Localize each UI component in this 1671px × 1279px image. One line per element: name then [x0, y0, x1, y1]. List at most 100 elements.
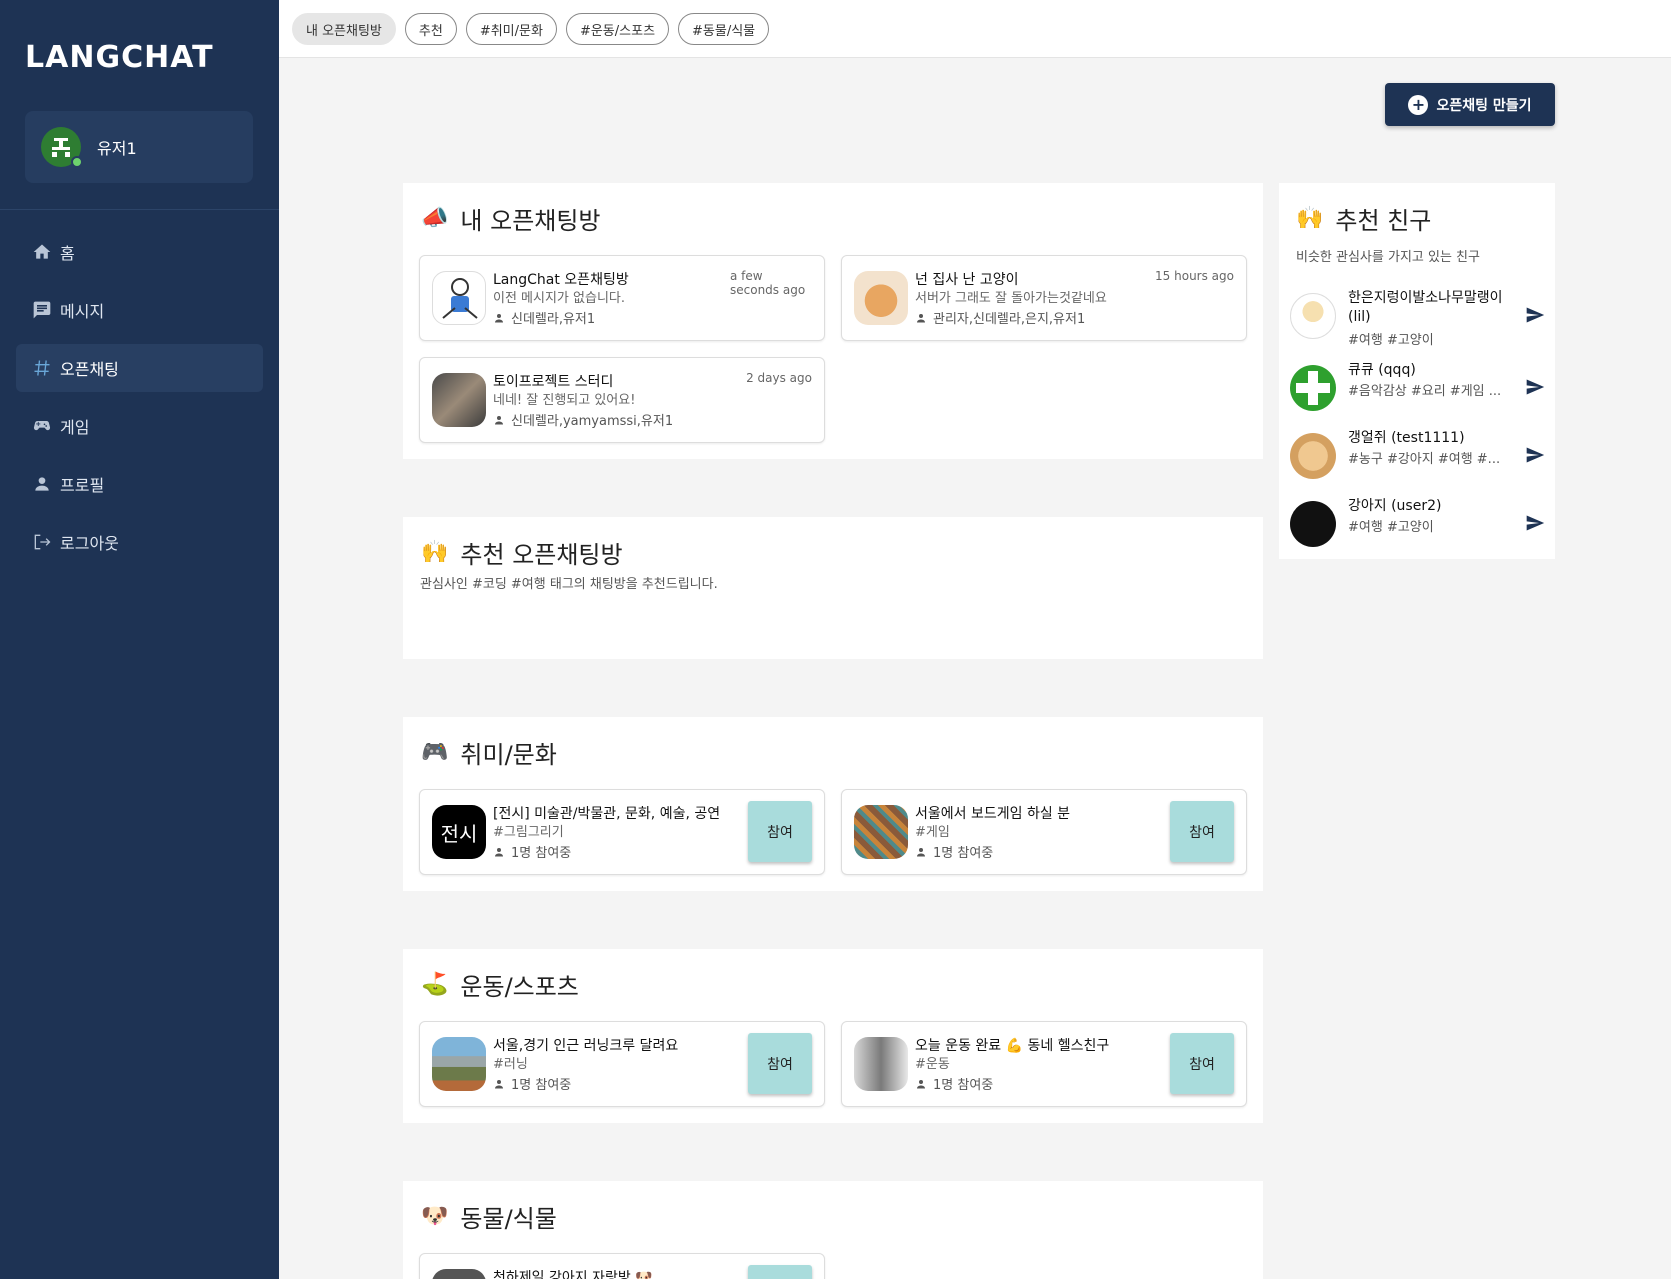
room-title: [전시] 미술관/박물관, 문화, 예술, 공연	[493, 806, 721, 822]
user-card[interactable]: 유저1	[25, 111, 253, 183]
room-members: 신데렐라,유저1	[493, 308, 595, 327]
send-icon[interactable]	[1525, 305, 1545, 325]
room-time: 2 days ago	[746, 371, 812, 385]
room-card[interactable]: 천하제일 강아지 자랑방 🐶 참여	[419, 1253, 825, 1279]
sidebar-item-profile[interactable]: 프로필	[16, 460, 263, 508]
friend-tags: #여행 #고양이	[1348, 333, 1434, 348]
room-title: 오늘 운동 완료 💪 동네 헬스친구	[915, 1038, 1110, 1054]
hobby-panel: 🎮 취미/문화 전시 [전시] 미술관/박물관, 문화, 예술, 공연 #그림그리…	[403, 717, 1263, 891]
raised-hands-icon: 🙌	[1296, 206, 1324, 231]
friend-name: 강아지 (user2)	[1348, 498, 1442, 514]
create-openchat-label: 오픈채팅 만들기	[1436, 97, 1532, 114]
room-card[interactable]: LangChat 오픈채팅방 이전 메시지가 없습니다. 신데렐라,유저1 a …	[419, 255, 825, 341]
send-icon[interactable]	[1525, 445, 1545, 465]
room-count: 1명 참여중	[493, 842, 571, 861]
room-count-label: 1명 참여중	[511, 846, 572, 861]
raised-hands-icon: 🙌	[421, 540, 449, 565]
sidebar-item-home[interactable]: 홈	[16, 228, 263, 276]
send-icon[interactable]	[1525, 513, 1545, 533]
person-icon	[917, 313, 925, 322]
join-button[interactable]: 참여	[748, 1033, 812, 1094]
sidebar-item-logout[interactable]: 로그아웃	[16, 518, 263, 566]
sidebar-item-game[interactable]: 게임	[16, 402, 263, 450]
tag-bar: 내 오픈채팅방 추천 #취미/문화 #운동/스포츠 #동물/식물	[279, 0, 1671, 58]
friend-tags: #여행 #고양이	[1348, 520, 1434, 535]
tab-recommend[interactable]: 추천	[404, 13, 457, 45]
sidebar-item-label: 프로필	[60, 476, 105, 495]
create-openchat-button[interactable]: + 오픈채팅 만들기	[1385, 83, 1555, 126]
room-members: 신데렐라,yamyamssi,유저1	[493, 410, 673, 429]
animal-panel: 🐶 동물/식물 천하제일 강아지 자랑방 🐶 참여	[403, 1181, 1263, 1279]
sidebar: LANGCHAT 유저1 홈 메시지 오픈채팅 게임 프로필 로그아웃	[0, 0, 279, 1279]
gamepad-icon: 🎮	[421, 740, 449, 765]
friend-name: 한은지렁이발소나무말랭이 (lil)	[1348, 290, 1503, 325]
friend-name: 갱얼쥐 (test1111)	[1348, 430, 1465, 446]
join-button[interactable]: 참여	[748, 801, 812, 862]
sidebar-item-message[interactable]: 메시지	[16, 286, 263, 334]
room-card[interactable]: 전시 [전시] 미술관/박물관, 문화, 예술, 공연 #그림그리기 1명 참여…	[419, 789, 825, 875]
hash-icon	[32, 358, 52, 378]
friend-item[interactable]: 강아지 (user2) #여행 #고양이	[1290, 497, 1545, 553]
room-thumbnail	[432, 373, 486, 427]
room-title: 서울,경기 인근 러닝크루 달려요	[493, 1038, 679, 1054]
sidebar-item-openchat[interactable]: 오픈채팅	[16, 344, 263, 392]
room-count-label: 1명 참여중	[511, 1078, 572, 1093]
room-card[interactable]: 서울에서 보드게임 하실 분 #게임 1명 참여중 참여	[841, 789, 1247, 875]
gamepad-icon	[32, 416, 52, 436]
room-card[interactable]: 넌 집사 난 고양이 서버가 그래도 잘 돌아가는것같네요 관리자,신데렐라,은…	[841, 255, 1247, 341]
room-thumbnail	[854, 805, 908, 859]
room-member-names: 신데렐라,유저1	[511, 312, 596, 327]
app-logo[interactable]: LANGCHAT	[25, 40, 214, 75]
room-tag: #게임	[915, 825, 950, 840]
room-tag: #운동	[915, 1057, 950, 1072]
tab-sports[interactable]: #운동/스포츠	[565, 13, 670, 45]
tab-animal[interactable]: #동물/식물	[678, 13, 770, 45]
room-card[interactable]: 서울,경기 인근 러닝크루 달려요 #러닝 1명 참여중 참여	[419, 1021, 825, 1107]
room-card[interactable]: 토이프로젝트 스터디 네네! 잘 진행되고 있어요! 신데렐라,yamyamss…	[419, 357, 825, 443]
sidebar-divider	[0, 209, 279, 210]
person-icon	[495, 847, 503, 856]
join-button[interactable]: 참여	[1170, 1033, 1234, 1094]
online-status-dot	[71, 156, 83, 168]
send-icon[interactable]	[1525, 377, 1545, 397]
person-icon	[32, 474, 52, 494]
room-count-label: 1명 참여중	[933, 1078, 994, 1093]
room-title: 토이프로젝트 스터디	[493, 374, 614, 390]
room-title: 서울에서 보드게임 하실 분	[915, 806, 1071, 822]
recommend-rooms-panel: 🙌 추천 오픈채팅방 관심사인 #코딩 #여행 태그의 채팅방을 추천드립니다.	[403, 517, 1263, 659]
room-thumbnail	[432, 1269, 486, 1279]
room-thumbnail	[854, 271, 908, 325]
person-icon	[917, 1079, 925, 1088]
room-count: 1명 참여중	[915, 842, 993, 861]
section-subtitle: 관심사인 #코딩 #여행 태그의 채팅방을 추천드립니다.	[420, 577, 718, 592]
room-thumbnail	[432, 1037, 486, 1091]
person-icon	[495, 1079, 503, 1088]
friend-avatar	[1290, 501, 1336, 547]
section-title: 내 오픈채팅방	[460, 207, 601, 235]
friend-item[interactable]: 갱얼쥐 (test1111) #농구 #강아지 #여행 #...	[1290, 429, 1545, 485]
room-title: LangChat 오픈채팅방	[493, 272, 629, 288]
join-button[interactable]: 참여	[1170, 801, 1234, 862]
sidebar-item-label: 홈	[60, 244, 75, 263]
friend-item[interactable]: 큐큐 (qqq) #음악감상 #요리 #게임 ...	[1290, 361, 1545, 417]
tab-hobby[interactable]: #취미/문화	[465, 13, 557, 45]
join-button[interactable]: 참여	[748, 1265, 812, 1279]
sidebar-item-label: 게임	[60, 418, 90, 437]
room-member-names: 관리자,신데렐라,은지,유저1	[933, 312, 1086, 327]
room-thumbnail: 전시	[432, 805, 486, 859]
sidebar-item-label: 오픈채팅	[60, 360, 119, 379]
megaphone-icon: 📣	[421, 206, 449, 231]
dog-icon: 🐶	[421, 1204, 449, 1229]
logout-icon	[32, 532, 52, 552]
my-rooms-panel: 📣 내 오픈채팅방 LangChat 오픈채팅방 이전 메시지가 없습니다. 신데…	[403, 183, 1263, 459]
room-card[interactable]: 오늘 운동 완료 💪 동네 헬스친구 #운동 1명 참여중 참여	[841, 1021, 1247, 1107]
section-title: 추천 오픈채팅방	[460, 541, 623, 569]
section-title: 동물/식물	[460, 1205, 557, 1233]
tab-my-rooms[interactable]: 내 오픈채팅방	[292, 13, 396, 45]
friend-item[interactable]: 한은지렁이발소나무말랭이 (lil) #여행 #고양이	[1290, 289, 1545, 348]
sidebar-item-label: 메시지	[60, 302, 105, 321]
room-count: 1명 참여중	[915, 1074, 993, 1093]
room-time: 15 hours ago	[1155, 269, 1234, 283]
sports-panel: ⛳ 운동/스포츠 서울,경기 인근 러닝크루 달려요 #러닝 1명 참여중 참여 …	[403, 949, 1263, 1123]
person-icon	[495, 313, 503, 322]
